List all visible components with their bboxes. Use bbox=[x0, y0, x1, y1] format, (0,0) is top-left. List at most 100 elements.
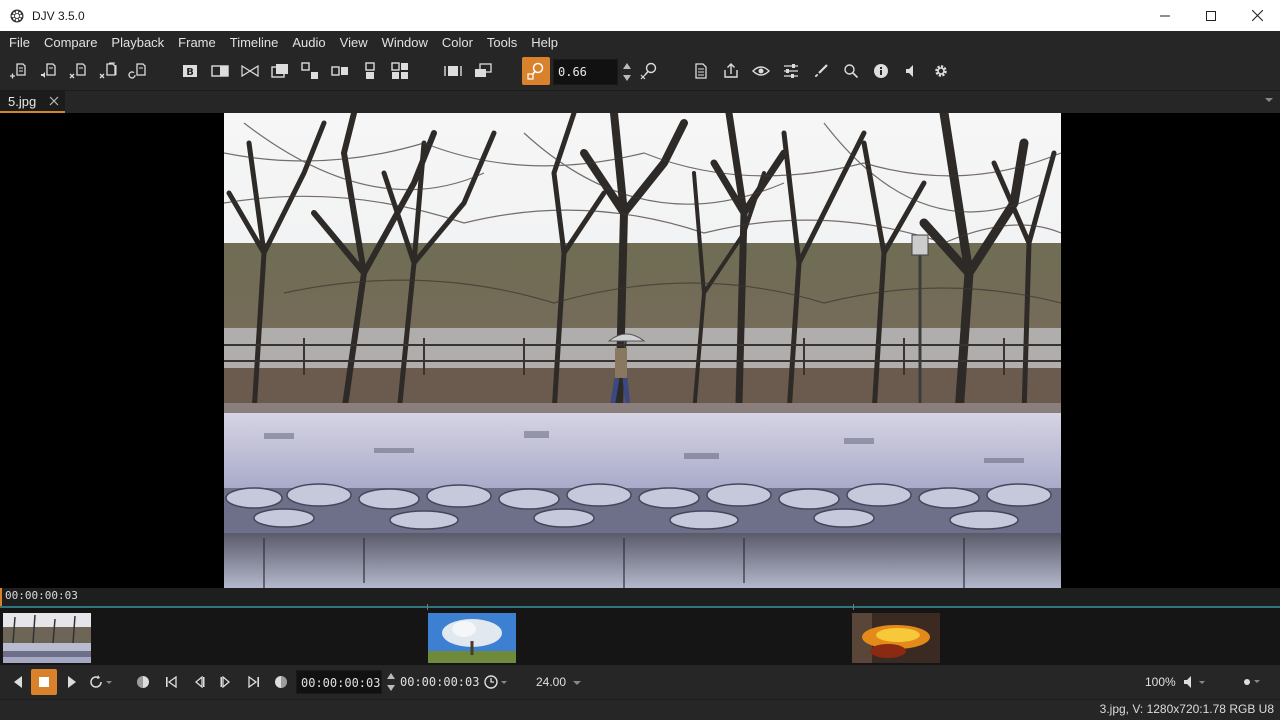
close-all-files-button[interactable] bbox=[94, 57, 122, 85]
file-close-all-icon bbox=[99, 62, 117, 79]
playback-bar: 00:00:00:03 00:00:00:03 24.00 100% bbox=[0, 665, 1280, 699]
time-up-spinner[interactable] bbox=[386, 670, 396, 682]
volume-label[interactable]: 100% bbox=[1145, 670, 1176, 694]
tab-5-jpg[interactable]: 5.jpg bbox=[0, 91, 65, 113]
compare-wipe-icon bbox=[211, 65, 229, 77]
speaker-icon bbox=[1184, 676, 1205, 688]
compare-difference-button[interactable] bbox=[266, 57, 294, 85]
window-titlebar: DJV 3.5.0 bbox=[0, 0, 1280, 31]
menu-help[interactable]: Help bbox=[524, 31, 565, 54]
menu-view[interactable]: View bbox=[333, 31, 375, 54]
play-reverse-button[interactable] bbox=[5, 669, 31, 695]
zoom-up-spinner[interactable] bbox=[622, 60, 632, 72]
previous-frame-button[interactable] bbox=[186, 669, 212, 695]
zoom-reset-button[interactable] bbox=[635, 57, 663, 85]
chevron-down-icon[interactable] bbox=[1264, 96, 1274, 104]
timeline-ruler[interactable]: 00:00:00:03 bbox=[0, 588, 1280, 606]
fit-view-button[interactable] bbox=[469, 57, 497, 85]
timeline-cursor[interactable] bbox=[0, 588, 2, 606]
menu-frame[interactable]: Frame bbox=[171, 31, 223, 54]
skip-start-icon bbox=[166, 676, 177, 688]
menu-bar: File Compare Playback Frame Timeline Aud… bbox=[0, 31, 1280, 54]
audio-icon bbox=[906, 65, 913, 77]
zoom-input[interactable]: 0.66 bbox=[553, 59, 618, 85]
close-icon[interactable] bbox=[48, 95, 60, 107]
play-icon bbox=[68, 676, 76, 688]
chevron-down-icon[interactable] bbox=[572, 679, 582, 687]
minimize-button[interactable] bbox=[1142, 0, 1188, 31]
view-tool-button[interactable] bbox=[747, 57, 775, 85]
compare-b-button[interactable]: B bbox=[176, 57, 204, 85]
reload-file-button[interactable] bbox=[124, 57, 152, 85]
close-window-button[interactable] bbox=[1234, 0, 1280, 31]
frame-view-button[interactable] bbox=[439, 57, 467, 85]
compare-vertical-button[interactable] bbox=[326, 57, 354, 85]
stop-button[interactable] bbox=[31, 669, 57, 695]
open-file-button[interactable] bbox=[4, 57, 32, 85]
caret-up-icon bbox=[623, 63, 631, 69]
close-file-button[interactable] bbox=[64, 57, 92, 85]
time-down-spinner[interactable] bbox=[386, 682, 396, 694]
menu-file[interactable]: File bbox=[2, 31, 37, 54]
timeline-tick bbox=[427, 604, 428, 610]
mute-button[interactable] bbox=[1182, 669, 1208, 695]
open-with-audio-button[interactable] bbox=[34, 57, 62, 85]
menu-color[interactable]: Color bbox=[435, 31, 480, 54]
menu-playback[interactable]: Playback bbox=[104, 31, 171, 54]
compare-overlay-button[interactable] bbox=[236, 57, 264, 85]
compare-free-button[interactable] bbox=[356, 57, 384, 85]
file-open-icon bbox=[10, 63, 26, 79]
info-icon bbox=[874, 64, 888, 78]
files-tool-button[interactable] bbox=[687, 57, 715, 85]
timeline[interactable]: 00:00:00:03 bbox=[0, 588, 1280, 665]
annotate-button[interactable] bbox=[807, 57, 835, 85]
out-point-icon bbox=[275, 676, 287, 688]
zoom-lock-button[interactable] bbox=[522, 57, 550, 85]
menu-audio[interactable]: Audio bbox=[285, 31, 332, 54]
image-viewer[interactable] bbox=[0, 113, 1280, 588]
tab-label: 5.jpg bbox=[8, 93, 37, 109]
color-controls-icon bbox=[784, 64, 798, 78]
zoom-down-spinner[interactable] bbox=[622, 72, 632, 84]
info-button[interactable] bbox=[867, 57, 895, 85]
go-to-end-button[interactable] bbox=[241, 669, 267, 695]
speed-label[interactable]: 24.00 bbox=[536, 670, 566, 694]
zoom-reset-icon bbox=[640, 62, 657, 80]
compare-b-icon: B bbox=[183, 65, 197, 78]
compare-wipe-button[interactable] bbox=[206, 57, 234, 85]
frame-view-icon bbox=[444, 66, 462, 76]
out-point-button[interactable] bbox=[268, 669, 294, 695]
winter-park-thumbnail bbox=[3, 613, 91, 663]
fit-view-icon bbox=[475, 63, 492, 77]
compare-tile-icon bbox=[391, 62, 408, 79]
export-button[interactable] bbox=[717, 57, 745, 85]
magnify-button[interactable] bbox=[837, 57, 865, 85]
current-time-input[interactable]: 00:00:00:03 bbox=[296, 670, 382, 694]
djv-app-icon bbox=[10, 9, 24, 22]
timeline-current-time: 00:00:00:03 bbox=[5, 589, 78, 602]
cache-indicator[interactable] bbox=[1236, 669, 1262, 695]
menu-window[interactable]: Window bbox=[375, 31, 435, 54]
timeline-tick bbox=[853, 604, 854, 610]
next-frame-button[interactable] bbox=[213, 669, 239, 695]
color-controls-button[interactable] bbox=[777, 57, 805, 85]
maximize-button[interactable] bbox=[1188, 0, 1234, 31]
audio-button[interactable] bbox=[897, 57, 925, 85]
play-forward-button[interactable] bbox=[59, 669, 85, 695]
dot-icon bbox=[1244, 679, 1260, 685]
file-reload-icon bbox=[128, 63, 146, 79]
in-point-button[interactable] bbox=[130, 669, 156, 695]
menu-timeline[interactable]: Timeline bbox=[223, 31, 286, 54]
menu-tools[interactable]: Tools bbox=[480, 31, 524, 54]
loop-mode-button[interactable] bbox=[88, 669, 114, 695]
time-units-button[interactable] bbox=[483, 669, 509, 695]
go-to-start-button[interactable] bbox=[158, 669, 184, 695]
compare-tile-button[interactable] bbox=[386, 57, 414, 85]
menu-compare[interactable]: Compare bbox=[37, 31, 104, 54]
window-title: DJV 3.5.0 bbox=[32, 8, 85, 23]
caret-up-icon bbox=[387, 673, 395, 679]
compare-free-icon bbox=[365, 62, 375, 79]
settings-button[interactable] bbox=[927, 57, 955, 85]
compare-horizontal-icon bbox=[301, 62, 318, 79]
compare-horizontal-button[interactable] bbox=[296, 57, 324, 85]
